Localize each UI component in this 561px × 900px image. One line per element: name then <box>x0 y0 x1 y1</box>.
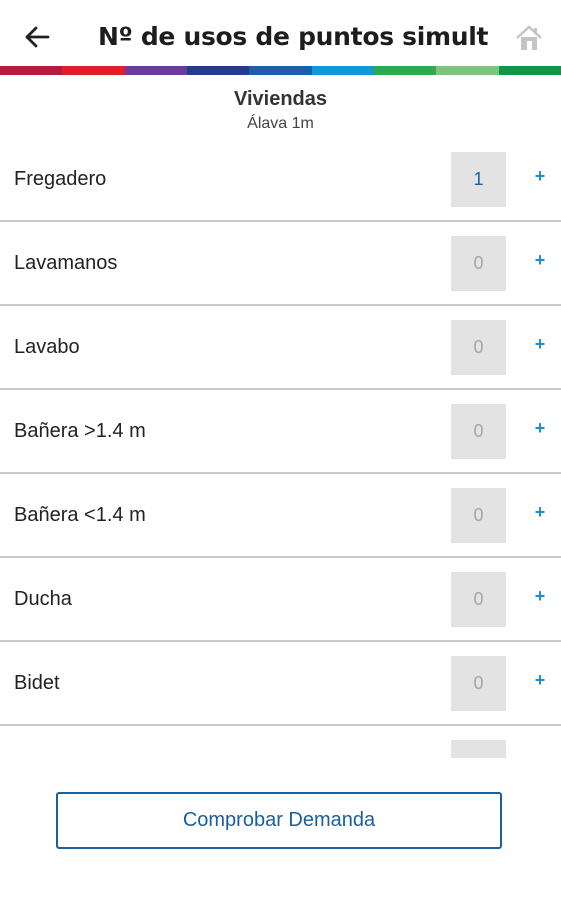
increment-button[interactable]: + <box>530 502 550 526</box>
stripe-segment <box>249 66 312 75</box>
page-title: Nº de usos de puntos simultá… <box>98 22 488 51</box>
list-item: Fregadero + <box>0 138 561 222</box>
back-arrow-icon[interactable] <box>22 22 52 52</box>
increment-button[interactable]: + <box>530 334 550 358</box>
list-item: Bidet + <box>0 642 561 726</box>
quantity-input[interactable] <box>451 404 506 459</box>
list-item: Lavabo + <box>0 306 561 390</box>
list-item: Bañera >1.4 m + <box>0 390 561 474</box>
fixtures-list: Fregadero + Lavamanos + Lavabo + Bañera … <box>0 138 561 726</box>
quantity-input[interactable] <box>451 572 506 627</box>
check-demand-button[interactable]: Comprobar Demanda <box>56 792 502 849</box>
increment-button[interactable]: + <box>530 418 550 442</box>
stripe-segment <box>311 66 374 75</box>
increment-button[interactable]: + <box>530 166 550 190</box>
list-item: Lavamanos + <box>0 222 561 306</box>
list-item: Bañera <1.4 m + <box>0 474 561 558</box>
stripe-segment <box>124 66 187 75</box>
quantity-input[interactable] <box>451 320 506 375</box>
fixture-label: Bañera <1.4 m <box>14 504 146 526</box>
section-header: Viviendas Álava 1m <box>0 88 561 133</box>
category-title: Viviendas <box>233 88 328 110</box>
stripe-segment <box>0 66 63 75</box>
list-item: Ducha + <box>0 558 561 642</box>
stripe-segment <box>498 66 561 75</box>
stripe-segment <box>436 66 499 75</box>
app-bar: Nº de usos de puntos simultá… <box>0 0 561 66</box>
increment-button[interactable]: + <box>530 670 550 694</box>
quantity-input[interactable] <box>451 152 506 207</box>
quantity-input[interactable] <box>451 488 506 543</box>
fixture-label: Lavamanos <box>14 252 118 274</box>
brand-color-stripe <box>0 66 561 75</box>
quantity-input[interactable] <box>451 236 506 291</box>
increment-button[interactable]: + <box>530 250 550 274</box>
quantity-input[interactable] <box>451 656 506 711</box>
stripe-segment <box>186 66 250 75</box>
quantity-input-partial[interactable] <box>451 740 506 758</box>
stripe-segment <box>62 66 125 75</box>
location-subtitle: Álava 1m <box>247 115 314 132</box>
stripe-segment <box>373 66 437 75</box>
fixture-label: Fregadero <box>14 168 107 190</box>
fixture-label: Lavabo <box>14 336 80 358</box>
increment-button[interactable]: + <box>530 586 550 610</box>
fixture-label: Bidet <box>14 672 60 694</box>
fixture-label: Ducha <box>14 588 72 610</box>
fixture-label: Bañera >1.4 m <box>14 420 146 442</box>
home-icon[interactable] <box>514 24 544 52</box>
